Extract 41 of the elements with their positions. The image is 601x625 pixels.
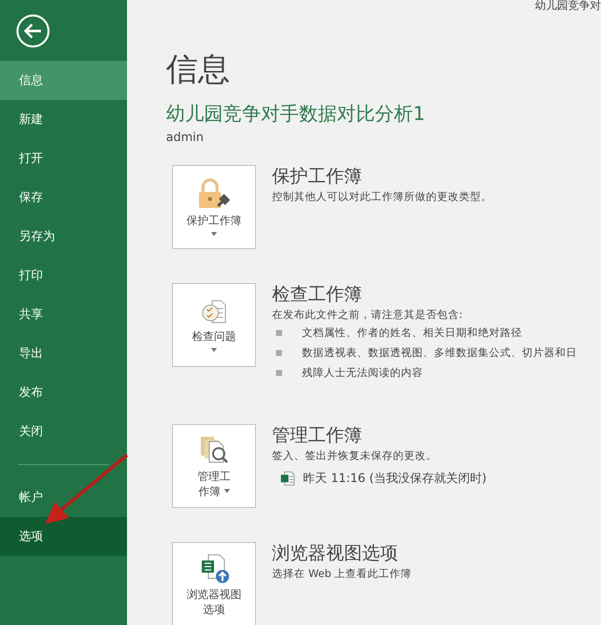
section-description: 签入、签出并恢复未保存的更改。 (272, 449, 438, 464)
sidebar-item[interactable]: 信息 (0, 61, 127, 100)
sidebar-item[interactable]: 保存 (0, 178, 127, 217)
version-link[interactable]: 昨天 11:16 (当我没保存就关闭时) (303, 470, 487, 487)
workbook-action-button[interactable]: 浏览器视图 选项 (172, 542, 256, 625)
sidebar-item[interactable]: 打印 (0, 256, 127, 295)
section-description: 选择在 Web 上查看此工作簿 (272, 567, 412, 582)
dropdown-caret-icon (211, 232, 217, 236)
section-description: 控制其他人可以对此工作簿所做的更改类型。 (272, 190, 492, 205)
bullet-text: 残障人士无法阅读的内容 (302, 366, 423, 381)
sidebar-item[interactable]: 选项 (0, 517, 127, 556)
section-title: 保护工作簿 (272, 165, 363, 189)
dropdown-caret-icon (211, 348, 217, 352)
bullet-icon (276, 330, 282, 336)
bullet-icon (276, 350, 282, 356)
file-name: 幼儿园竞争对手数据对比分析1 (166, 102, 426, 127)
dropdown-caret-icon (224, 489, 230, 494)
sidebar-item[interactable]: 导出 (0, 334, 127, 373)
sidebar-item[interactable]: 另存为 (0, 217, 127, 256)
sidebar-item[interactable]: 关闭 (0, 412, 127, 451)
bullet-text: 数据透视表、数据透视图、多维数据集公式、切片器和日 (302, 346, 577, 361)
section-description: 在发布此文件之前，请注意其是否包含: (272, 308, 464, 323)
spreadsheet-file-icon (280, 471, 295, 486)
section-title: 浏览器视图选项 (272, 542, 399, 566)
workbook-action-button[interactable]: 管理工 作簿 (172, 424, 256, 508)
sidebar-item[interactable]: 帐户 (0, 478, 127, 517)
window-title: 幼儿园竞争对 (535, 0, 601, 13)
bullet-text: 文档属性、作者的姓名、相关日期和绝对路径 (302, 326, 522, 341)
sidebar-item[interactable]: 共享 (0, 295, 127, 334)
padlock-key-icon (196, 178, 232, 210)
workbook-action-button[interactable]: 检查问题 (172, 283, 256, 367)
section-title: 管理工作簿 (272, 424, 363, 448)
sidebar-item[interactable]: 打开 (0, 139, 127, 178)
bullet-icon (276, 370, 282, 376)
page-title: 信息 (166, 49, 231, 90)
sidebar-item[interactable]: 发布 (0, 373, 127, 412)
document-checklist-icon (200, 298, 228, 326)
author-name: admin (166, 129, 205, 145)
workbook-action-button[interactable]: 保护工作簿 (172, 165, 256, 249)
sidebar-item[interactable]: 新建 (0, 100, 127, 139)
section-title: 检查工作簿 (272, 283, 363, 307)
